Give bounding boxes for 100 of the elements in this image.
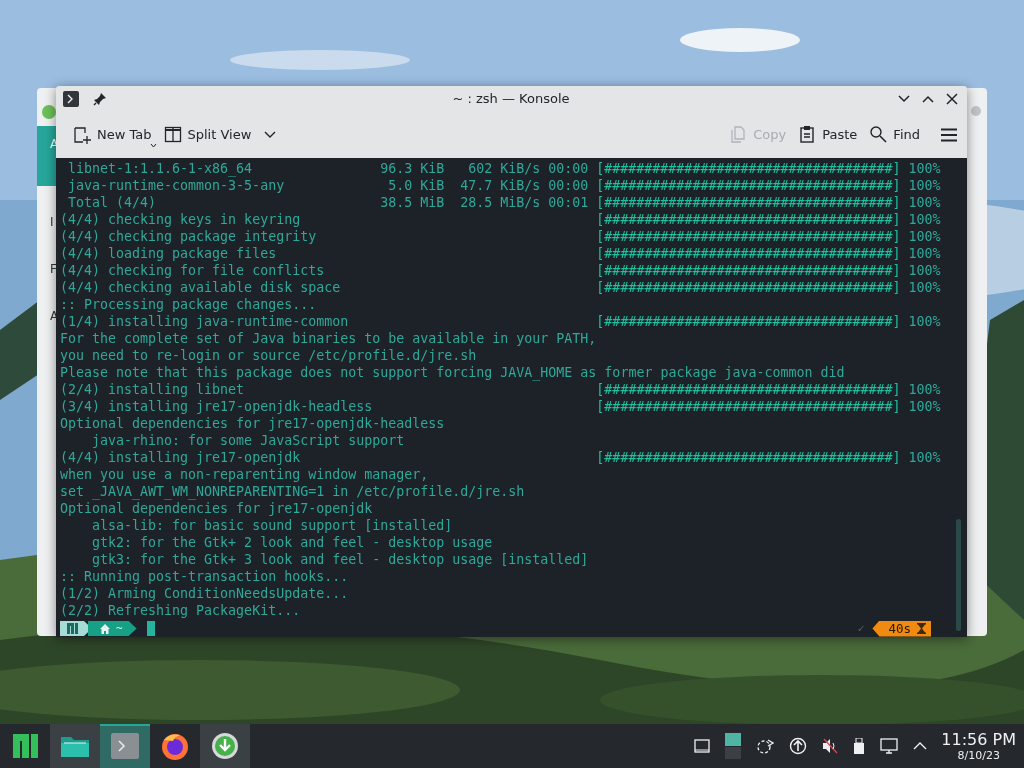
progress-text: [####################################] xyxy=(596,381,901,398)
update-icon[interactable] xyxy=(789,737,808,755)
terminal-text: (2/2) Refreshing PackageKit... xyxy=(60,602,301,619)
toolbar-button[interactable]: Find xyxy=(864,121,925,149)
search-icon xyxy=(869,125,888,145)
terminal-text: gtk3: for the Gtk+ 3 look and feel - desktop usage [installed] xyxy=(91,551,589,568)
terminal-text: 100% xyxy=(908,194,941,211)
progress-text: [####################################] xyxy=(596,398,901,415)
terminal-text: (4/4) checking package integrity xyxy=(60,228,318,245)
terminal-text: 602 KiB/s xyxy=(467,160,541,177)
prompt-segment: ~ xyxy=(88,621,137,636)
terminal-text: Optional dependencies for jre17-openjdk-headless xyxy=(60,415,445,432)
app-menu-icon xyxy=(10,731,40,761)
terminal-text: 100% xyxy=(908,381,941,398)
terminal-text: :: Running post-transaction hooks... xyxy=(60,568,349,585)
terminal-text: (1/2) Arming ConditionNeedsUpdate... xyxy=(60,585,349,602)
terminal-text: 00:00 xyxy=(548,177,589,194)
progress-text: [####################################] xyxy=(596,262,901,279)
copy-icon xyxy=(729,125,748,145)
speaker-muted-icon[interactable] xyxy=(822,738,839,754)
hourglass-icon xyxy=(917,623,926,634)
home-icon xyxy=(100,623,110,634)
menu-icon[interactable] xyxy=(941,127,957,142)
terminal-text: 100% xyxy=(908,279,941,296)
pin-icon[interactable] xyxy=(93,91,107,106)
terminal-text: 100% xyxy=(908,245,941,262)
scrollbar-thumb[interactable] xyxy=(956,519,961,631)
terminal-text: 00:01 xyxy=(548,194,589,211)
usb-drive-icon[interactable] xyxy=(853,738,866,754)
battery-icon[interactable] xyxy=(725,733,742,759)
clock-date[interactable]: 8/10/23 xyxy=(957,748,1000,762)
progress-text: [####################################] xyxy=(596,279,901,296)
terminal-icon[interactable] xyxy=(63,90,79,107)
terminal-text: 100% xyxy=(908,313,941,330)
browser-icon xyxy=(160,731,190,761)
clock-time[interactable]: 11:56 PM xyxy=(941,730,1016,749)
progress-text: [####################################] xyxy=(596,449,901,466)
circle-icon xyxy=(42,105,56,119)
terminal-text: (3/4) installing jre17-openjdk-headless xyxy=(60,398,374,415)
text-cursor xyxy=(146,621,155,636)
terminal-text: java-rhino: for some JavaScript support xyxy=(91,432,405,449)
terminal-text: (4/4) loading package files xyxy=(60,245,278,262)
terminal-text: 47.7 KiB/s xyxy=(459,177,541,194)
sidebar-item[interactable]: I xyxy=(37,211,56,233)
sidebar-item[interactable]: F xyxy=(37,258,56,280)
toolbar-button[interactable]: New Tab xyxy=(68,121,157,149)
terminal-text: Optional dependencies for jre17-openjdk xyxy=(60,500,373,517)
terminal-text: 5.0 KiB xyxy=(387,177,445,194)
terminal-text: you need to re-login or source /etc/profile.d/jre.sh xyxy=(60,347,477,364)
terminal-text: Total (4/4) xyxy=(68,194,158,211)
terminal-text: (4/4) checking available disk space xyxy=(60,279,342,296)
terminal-text: 100% xyxy=(908,262,941,279)
progress-text: [####################################] xyxy=(596,211,901,228)
terminal-text: set _JAVA_AWT_WM_NONREPARENTING=1 in /etc/profile.d/jre.sh xyxy=(60,483,525,500)
terminal-text: (4/4) checking keys in keyring xyxy=(60,211,302,228)
caret-icon xyxy=(149,143,157,149)
taskbar-button[interactable] xyxy=(200,724,250,768)
terminal-text: gtk2: for the Gtk+ 2 look and feel - desktop usage xyxy=(91,534,493,551)
terminal-text: 100% xyxy=(908,211,941,228)
download-icon xyxy=(211,732,239,760)
terminal-text: (1/4) installing java-runtime-common xyxy=(60,313,350,330)
network-icon[interactable] xyxy=(756,737,775,755)
terminal-text: 100% xyxy=(908,160,941,177)
progress-text: [####################################] xyxy=(596,313,901,330)
split-view-icon xyxy=(163,125,182,145)
clipboard-icon xyxy=(798,125,817,145)
terminal-icon xyxy=(111,733,139,759)
caret-up-icon[interactable] xyxy=(913,741,928,751)
progress-text: [####################################] xyxy=(596,177,901,194)
terminal-text: (2/4) installing libnet xyxy=(60,381,246,398)
terminal-text: 100% xyxy=(908,177,941,194)
terminal-text: (4/4) installing jre17-openjdk xyxy=(60,449,302,466)
progress-text: [####################################] xyxy=(596,245,901,262)
terminal-text: alsa-lib: for basic sound support [installed] xyxy=(91,517,453,534)
terminal-text: 00:00 xyxy=(548,160,589,177)
progress-text: [####################################] xyxy=(596,228,901,245)
terminal-text: (4/4) checking for file conflicts xyxy=(60,262,326,279)
terminal-text: 38.5 MiB xyxy=(380,194,445,211)
terminal-text: 100% xyxy=(908,398,941,415)
progress-text: [####################################] xyxy=(596,194,901,211)
new-tab-icon xyxy=(73,125,91,145)
terminal-text: 96.3 KiB xyxy=(380,160,445,177)
terminal-text: 100% xyxy=(908,228,941,245)
status-text: ✓ xyxy=(857,622,865,635)
taskbar-button[interactable] xyxy=(50,724,100,768)
terminal-text: :: Processing package changes... xyxy=(60,296,317,313)
logo-icon xyxy=(67,623,78,634)
terminal-text: libnet-1:1.1.6-1-x86_64 xyxy=(68,160,254,177)
terminal-text: 100% xyxy=(908,449,941,466)
window-title: ~ : zsh — Konsole xyxy=(451,91,571,107)
terminal-text: For the complete set of Java binaries to be available in your PATH, xyxy=(60,330,597,347)
toolbar-button[interactable]: Paste xyxy=(793,121,863,149)
toolbar-button[interactable]: Split View xyxy=(158,121,257,149)
duration-badge: 40s xyxy=(872,620,931,637)
progress-text: [####################################] xyxy=(596,160,901,177)
monitor-icon[interactable] xyxy=(880,738,899,754)
window-icon[interactable] xyxy=(694,738,711,754)
terminal-text: java-runtime-common-3-5-any xyxy=(68,177,286,194)
terminal-text: Please note that this package does not support forcing JAVA_HOME as former package java-common did xyxy=(60,364,845,381)
caret-icon[interactable] xyxy=(264,130,277,139)
